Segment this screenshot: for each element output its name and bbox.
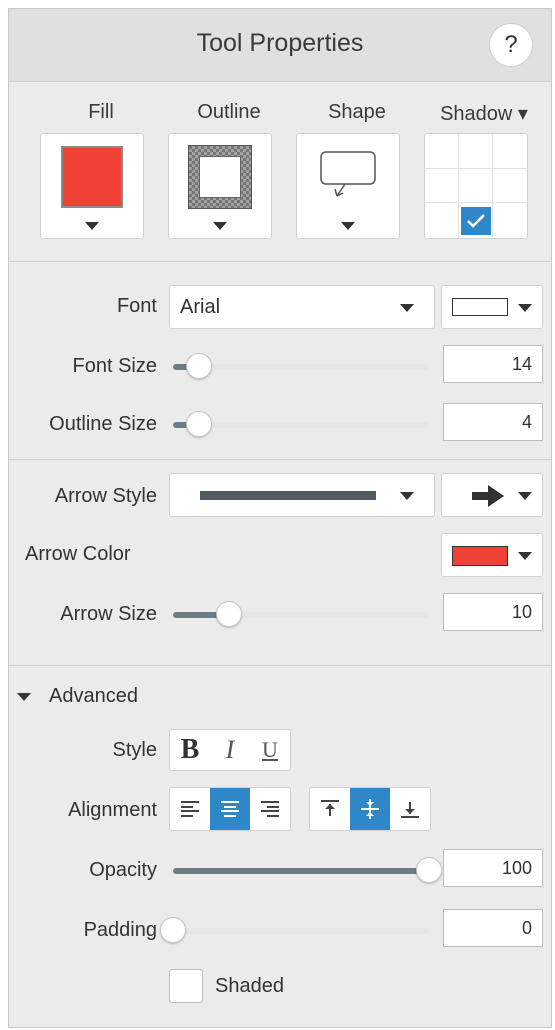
font-size-label: Font Size <box>72 355 157 377</box>
arrow-size-slider[interactable] <box>173 601 429 627</box>
font-color-dropdown[interactable] <box>441 285 543 329</box>
font-label: Font <box>116 295 157 317</box>
align-bottom-icon <box>401 802 419 818</box>
arrow-line-preview <box>200 491 376 500</box>
shape-button[interactable] <box>296 133 400 239</box>
shape-label: Shape <box>328 101 386 123</box>
arrow-style-dropdown[interactable] <box>169 473 435 517</box>
align-left-button[interactable] <box>170 788 210 830</box>
text-style-group: B I U <box>169 729 291 771</box>
arrow-size-label: Arrow Size <box>60 603 157 625</box>
alignment-label: Alignment <box>68 799 157 821</box>
help-button[interactable]: ? <box>489 23 533 67</box>
align-right-button[interactable] <box>250 788 290 830</box>
font-color-swatch <box>452 298 508 316</box>
arrow-color-swatch <box>452 546 508 566</box>
align-right-icon <box>261 801 279 817</box>
outline-button[interactable] <box>168 133 272 239</box>
font-size-input[interactable]: 14 <box>443 345 543 383</box>
chevron-down-icon <box>518 552 532 560</box>
shadow-dropdown-label[interactable]: Shadow ▾ <box>419 101 549 126</box>
arrow-color-dropdown[interactable] <box>441 533 543 577</box>
font-value: Arial <box>180 296 221 318</box>
shadow-cell[interactable] <box>425 134 459 169</box>
padding-slider[interactable] <box>160 917 429 943</box>
callout-shape-icon <box>320 151 376 197</box>
chevron-down-icon <box>17 693 31 701</box>
separator <box>9 261 551 262</box>
shadow-cell-selected[interactable] <box>459 203 493 238</box>
padding-input[interactable]: 0 <box>443 909 543 947</box>
advanced-label: Advanced <box>49 685 138 707</box>
align-center-button[interactable] <box>210 788 250 830</box>
outline-size-label: Outline Size <box>49 413 157 435</box>
chevron-down-icon <box>400 304 414 312</box>
horizontal-alignment-group <box>169 787 291 831</box>
align-top-button[interactable] <box>310 788 350 830</box>
shadow-direction-picker[interactable] <box>424 133 528 239</box>
slider-thumb[interactable] <box>216 601 243 627</box>
align-center-icon <box>221 801 239 817</box>
shadow-cell[interactable] <box>493 203 527 238</box>
outline-label: Outline <box>197 101 261 123</box>
slider-thumb[interactable] <box>160 917 186 943</box>
outline-swatch <box>188 145 252 209</box>
opacity-slider[interactable] <box>173 857 442 883</box>
shadow-cell[interactable] <box>493 134 527 169</box>
align-left-icon <box>181 801 199 817</box>
padding-label: Padding <box>83 919 157 941</box>
align-middle-icon <box>361 799 379 819</box>
vertical-alignment-group <box>309 787 431 831</box>
arrow-size-input[interactable]: 10 <box>443 593 543 631</box>
align-middle-button[interactable] <box>350 788 390 830</box>
outline-size-input[interactable]: 4 <box>443 403 543 441</box>
chevron-down-icon <box>518 492 532 500</box>
shaded-label: Shaded <box>215 975 284 997</box>
fill-label: Fill <box>88 101 114 123</box>
fill-button[interactable] <box>40 133 144 239</box>
separator <box>9 459 551 460</box>
chevron-down-icon <box>518 304 532 312</box>
text-style-label: Style <box>112 739 157 761</box>
opacity-input[interactable]: 100 <box>443 849 543 887</box>
arrow-color-label: Arrow Color <box>25 543 131 565</box>
font-size-slider[interactable] <box>173 353 429 379</box>
shadow-cell[interactable] <box>459 134 493 169</box>
opacity-label: Opacity <box>89 859 157 881</box>
chevron-down-icon <box>400 492 414 500</box>
arrow-end-dropdown[interactable] <box>441 473 543 517</box>
font-dropdown[interactable]: Arial <box>169 285 435 329</box>
chevron-down-icon <box>341 222 355 230</box>
shadow-cell[interactable] <box>425 168 459 204</box>
shadow-cell[interactable] <box>425 203 459 238</box>
bold-button[interactable]: B <box>170 730 210 770</box>
chevron-down-icon <box>213 222 227 230</box>
slider-thumb[interactable] <box>416 857 442 883</box>
shadow-cell[interactable] <box>459 168 493 204</box>
align-top-icon <box>321 800 339 816</box>
checkmark-icon <box>460 206 491 235</box>
tool-properties-panel: Tool Properties ? Fill Outline Shape Sha… <box>8 8 552 1028</box>
slider-thumb[interactable] <box>185 353 212 379</box>
slider-thumb[interactable] <box>185 411 212 437</box>
panel-title: Tool Properties <box>196 29 364 57</box>
arrow-style-label: Arrow Style <box>54 485 157 507</box>
italic-button[interactable]: I <box>210 730 250 770</box>
right-arrow-icon <box>472 485 504 507</box>
separator <box>9 665 551 666</box>
align-bottom-button[interactable] <box>390 788 430 830</box>
slider-fill <box>173 868 429 874</box>
chevron-down-icon <box>85 222 99 230</box>
panel-header: Tool Properties ? <box>9 9 551 82</box>
outline-size-slider[interactable] <box>173 411 429 437</box>
fill-swatch <box>61 146 123 208</box>
shaded-checkbox[interactable] <box>169 969 203 1003</box>
underline-button[interactable]: U <box>250 730 290 770</box>
shadow-cell[interactable] <box>493 169 527 204</box>
